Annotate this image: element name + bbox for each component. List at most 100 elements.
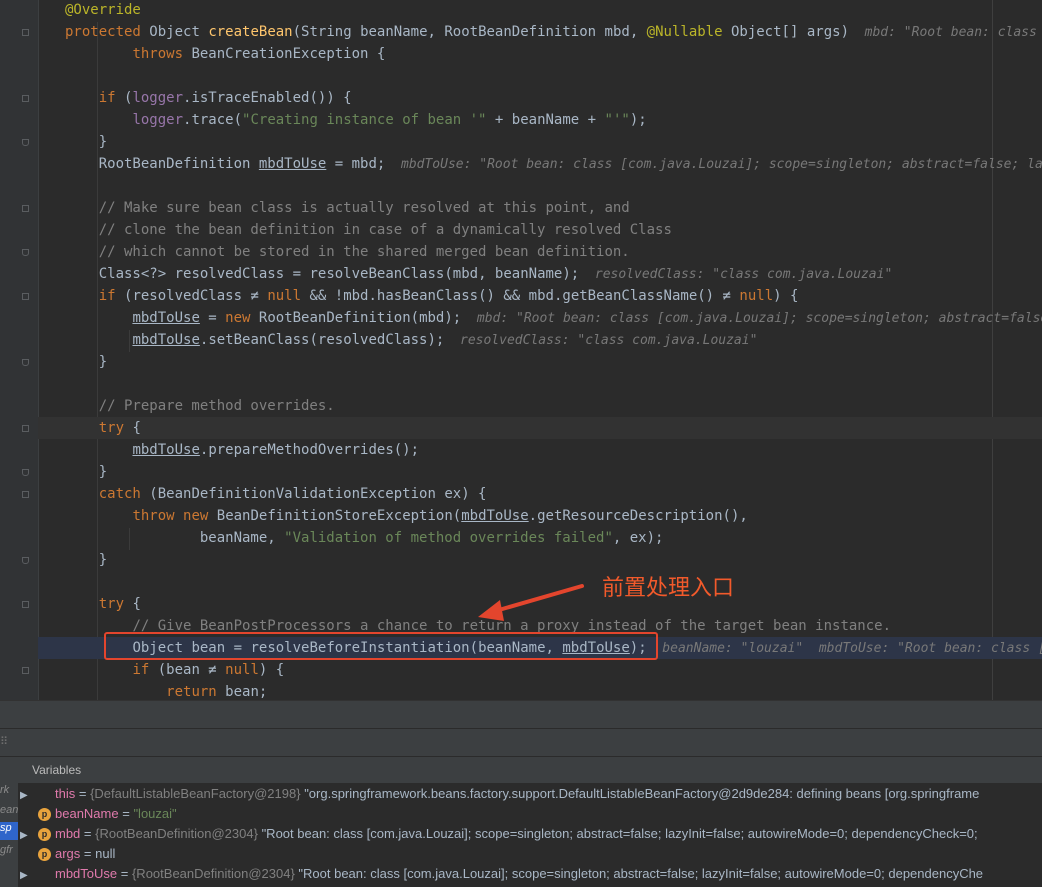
code-text: // Make sure bean class is actually reso… [98,200,630,216]
code-text: Class<?> resolvedClass = resolveBeanClas… [98,266,580,282]
code-line[interactable]: throw new BeanDefinitionStoreException(m… [65,505,747,527]
code-line[interactable]: } [65,131,107,153]
equals-sign: = [75,786,91,801]
code-line[interactable]: mbdToUse.setBeanClass(resolvedClass); re… [65,329,757,351]
inline-debug-hint: mbd: "Root bean: class [com.java.Louzai]… [461,311,1042,326]
variable-row[interactable]: ▶ this = {DefaultListableBeanFactory@2198… [20,784,979,804]
expand-arrow-icon[interactable]: ▶ [20,826,34,846]
code-text: throws BeanCreationException { [132,46,386,62]
fold-marker-icon[interactable] [22,205,29,212]
variable-row[interactable]: ▶ p mbd = {RootBeanDefinition@2304} "Root … [20,824,978,844]
code-line[interactable]: try { [65,593,141,615]
fold-marker-icon[interactable] [22,425,29,432]
frame-label[interactable]: gfr [0,844,13,856]
code-editor[interactable]: @Override protected Object createBean(Str… [0,0,1042,700]
horizontal-scrollbar[interactable] [0,700,1042,729]
drag-handle-icon[interactable]: ⠿ [0,735,8,748]
code-line[interactable]: throws BeanCreationException { [65,43,385,65]
fold-marker-icon[interactable] [22,95,29,102]
code-text: if (resolvedClass ≠ null && !mbd.hasBean… [98,288,799,304]
parameter-badge-icon: p [38,848,51,862]
inline-debug-hint: mbdToUse: "Root bean: class [com.java.Lo… [385,157,1042,172]
code-text: // which cannot be stored in the shared … [98,244,630,260]
code-line[interactable]: if (resolvedClass ≠ null && !mbd.hasBean… [65,285,799,307]
code-text: mbdToUse = new RootBeanDefinition(mbd); [132,310,462,326]
code-line[interactable]: mbdToUse = new RootBeanDefinition(mbd); … [65,307,1042,329]
frames-strip[interactable]: rk ean sp gfr [0,782,18,887]
code-line[interactable]: } [65,549,107,571]
code-line[interactable]: // Make sure bean class is actually reso… [65,197,630,219]
variable-name: mbdToUse [55,866,118,881]
code-line[interactable]: try { [65,417,141,439]
code-line[interactable]: RootBeanDefinition mbdToUse = mbd; mbdTo… [65,153,1042,175]
code-line[interactable]: // Prepare method overrides. [65,395,335,417]
variable-ref: {RootBeanDefinition@2304} [131,866,295,881]
code-text: } [65,464,108,480]
variable-value: "org.springframework.beans.factory.suppo… [300,786,980,801]
variable-name: beanName [55,806,119,821]
parameter-badge-icon: p [38,808,51,822]
code-text: // Prepare method overrides. [98,398,335,414]
code-line[interactable]: @Override [65,0,141,21]
fold-marker-icon[interactable] [22,557,29,564]
code-text: logger.trace("Creating instance of bean … [132,112,647,128]
code-line[interactable]: Class<?> resolvedClass = resolveBeanClas… [65,263,893,285]
code-text: if (logger.isTraceEnabled()) { [98,90,352,106]
variables-header: Variables [0,756,1042,783]
code-line[interactable]: // which cannot be stored in the shared … [65,241,630,263]
expand-arrow-icon[interactable]: ▶ [20,866,34,886]
variable-value: null [95,846,116,861]
variable-ref: {RootBeanDefinition@2304} [95,826,258,841]
current-line-highlight [38,417,1042,439]
inline-debug-hint: mbd: "Root bean: class [com [864,25,1037,40]
code-text: if (bean ≠ null) { [132,662,285,678]
fold-marker-icon[interactable] [22,491,29,498]
expand-arrow-icon[interactable]: ▶ [20,786,34,806]
code-line[interactable]: } [65,351,107,373]
variable-name: args [55,846,81,861]
frame-label[interactable]: ean [0,804,18,816]
code-text: mbdToUse.setBeanClass(resolvedClass); [132,332,445,348]
variable-row[interactable]: p args = null [20,844,115,864]
editor-gutter[interactable] [0,0,39,700]
inline-debug-hint: resolvedClass: "class com.java.Louzai" [579,267,893,282]
fold-marker-icon[interactable] [22,293,29,300]
code-line[interactable]: // clone the bean definition in case of … [65,219,672,241]
code-text: } [65,552,108,568]
variable-name: mbd [55,826,81,841]
code-line[interactable]: logger.trace("Creating instance of bean … [65,109,647,131]
debug-tool-strip[interactable]: ⠿ [0,728,1042,757]
code-line[interactable]: if (bean ≠ null) { [65,659,284,681]
fold-marker-icon[interactable] [22,469,29,476]
right-margin-guide [992,0,993,700]
variables-panel[interactable]: Variables rk ean sp gfr ▶ this = {Default… [0,756,1042,887]
variable-ref: {DefaultListableBeanFactory@2198} [90,786,301,801]
code-line[interactable]: } [65,461,107,483]
fold-marker-icon[interactable] [22,601,29,608]
code-text: } [65,354,108,370]
code-line[interactable]: if (logger.isTraceEnabled()) { [65,87,352,109]
fold-marker-icon[interactable] [22,139,29,146]
frame-label-selected[interactable]: sp [0,822,18,840]
variable-row[interactable]: ▶ mbdToUse = {RootBeanDefinition@2304} "R… [20,864,983,884]
equals-sign: = [80,826,96,841]
equals-sign: = [80,846,96,861]
fold-marker-icon[interactable] [22,249,29,256]
variable-row[interactable]: p beanName = "louzai" [20,804,177,824]
parameter-badge-icon: p [38,828,51,842]
code-line[interactable]: beanName, "Validation of method override… [65,527,664,549]
code-text: // clone the bean definition in case of … [98,222,672,238]
frame-label[interactable]: rk [0,784,9,796]
panel-title: Variables [32,763,82,777]
code-line[interactable]: return bean; [65,681,267,700]
code-line[interactable]: catch (BeanDefinitionValidationException… [65,483,487,505]
fold-marker-icon[interactable] [22,359,29,366]
equals-sign: = [118,806,134,821]
variable-value: "Root bean: class [com.java.Louzai]; sco… [294,866,984,881]
fold-marker-icon[interactable] [22,29,29,36]
code-text: @Override [65,2,141,18]
code-line[interactable]: mbdToUse.prepareMethodOverrides(); [65,439,419,461]
code-line[interactable]: protected Object createBean(String beanN… [65,21,1042,43]
fold-marker-icon[interactable] [22,667,29,674]
code-text: return bean; [166,684,268,700]
